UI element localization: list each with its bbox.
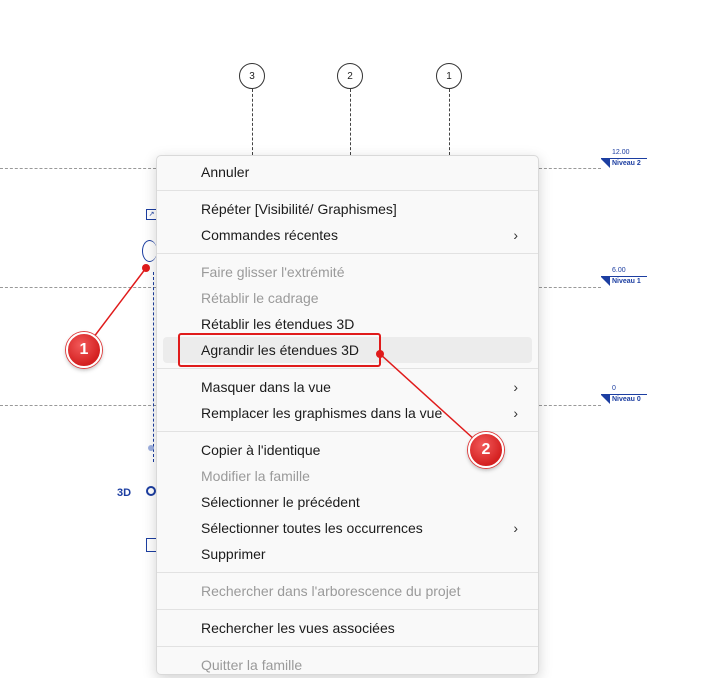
annotation-lines [83,267,487,451]
annotation-badge-2: 2 [468,432,504,468]
annotation-point-2 [376,350,384,358]
annotation-line-2 [379,353,487,451]
badge-number: 2 [481,441,491,458]
annotation-badge-1: 1 [66,332,102,368]
badge-number: 1 [79,341,89,358]
